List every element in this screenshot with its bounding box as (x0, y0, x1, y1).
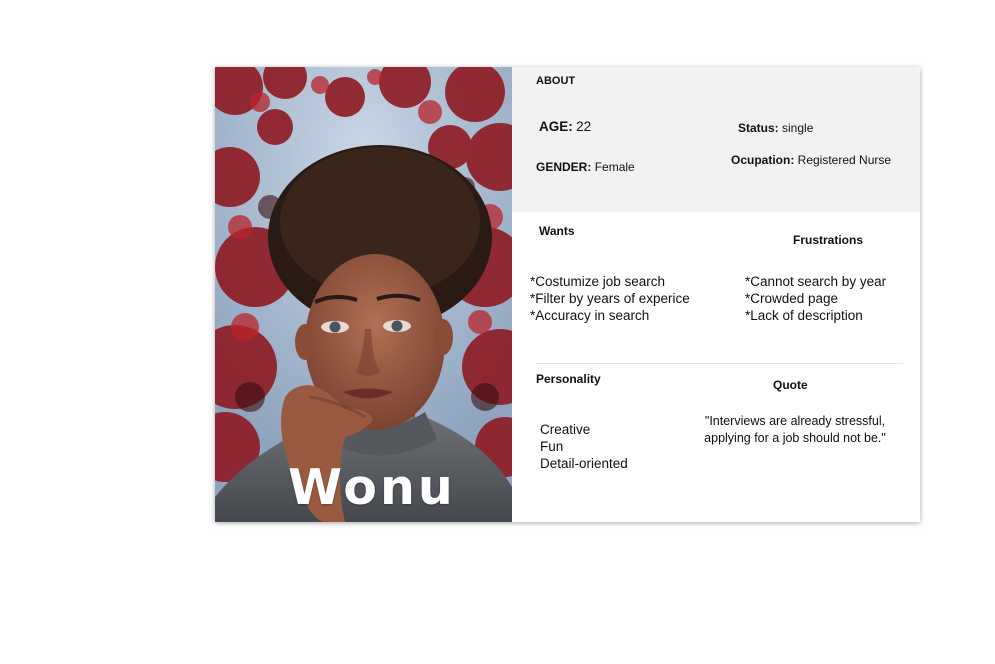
status-field: Status: single (738, 121, 813, 135)
wants-heading: Wants (539, 224, 575, 238)
persona-photo: Wonu (215, 67, 512, 522)
list-item: *Cannot search by year (745, 274, 887, 289)
frustrations-list: *Cannot search by year *Crowded page *La… (745, 273, 886, 324)
list-item: *Crowded page (745, 291, 839, 306)
frustrations-heading: Frustrations (793, 233, 864, 247)
list-item: Fun (540, 439, 564, 454)
gender-value: Female (594, 160, 635, 174)
quote-line: "Interviews are already stressful, (704, 414, 886, 428)
about-heading: ABOUT (536, 75, 576, 87)
list-item: Creative (540, 422, 591, 437)
personality-heading: Personality (536, 372, 601, 386)
persona-card: Wonu ABOUT AGE: 22 Status: single GENDER… (215, 67, 920, 522)
section-divider (536, 363, 903, 364)
age-label: AGE: (539, 119, 573, 134)
list-item: *Costumize job search (530, 274, 666, 289)
list-item: *Accuracy in search (530, 308, 650, 323)
list-item: *Filter by years of experice (530, 291, 690, 306)
gender-field: GENDER: Female (536, 160, 635, 174)
personality-list: Creative Fun Detail-oriented (540, 421, 628, 472)
gender-label: GENDER: (536, 160, 592, 174)
list-item: Detail-oriented (540, 456, 628, 471)
quote-heading: Quote (773, 378, 808, 392)
age-value: 22 (576, 119, 592, 134)
status-value: single (782, 121, 814, 135)
list-item: *Lack of description (745, 308, 863, 323)
wants-list: *Costumize job search *Filter by years o… (530, 273, 690, 324)
status-label: Status: (738, 121, 779, 135)
about-panel (512, 67, 920, 212)
age-field: AGE: 22 (539, 119, 591, 134)
persona-name: Wonu (288, 459, 456, 516)
quote-text: "Interviews are already stressful, apply… (690, 413, 900, 447)
occupation-label: Ocupation: (731, 153, 795, 167)
portrait-illustration (215, 67, 512, 522)
occupation-field: Ocupation: Registered Nurse (731, 153, 891, 167)
occupation-value: Registered Nurse (797, 153, 892, 167)
quote-line: applying for a job should not be." (704, 431, 886, 445)
